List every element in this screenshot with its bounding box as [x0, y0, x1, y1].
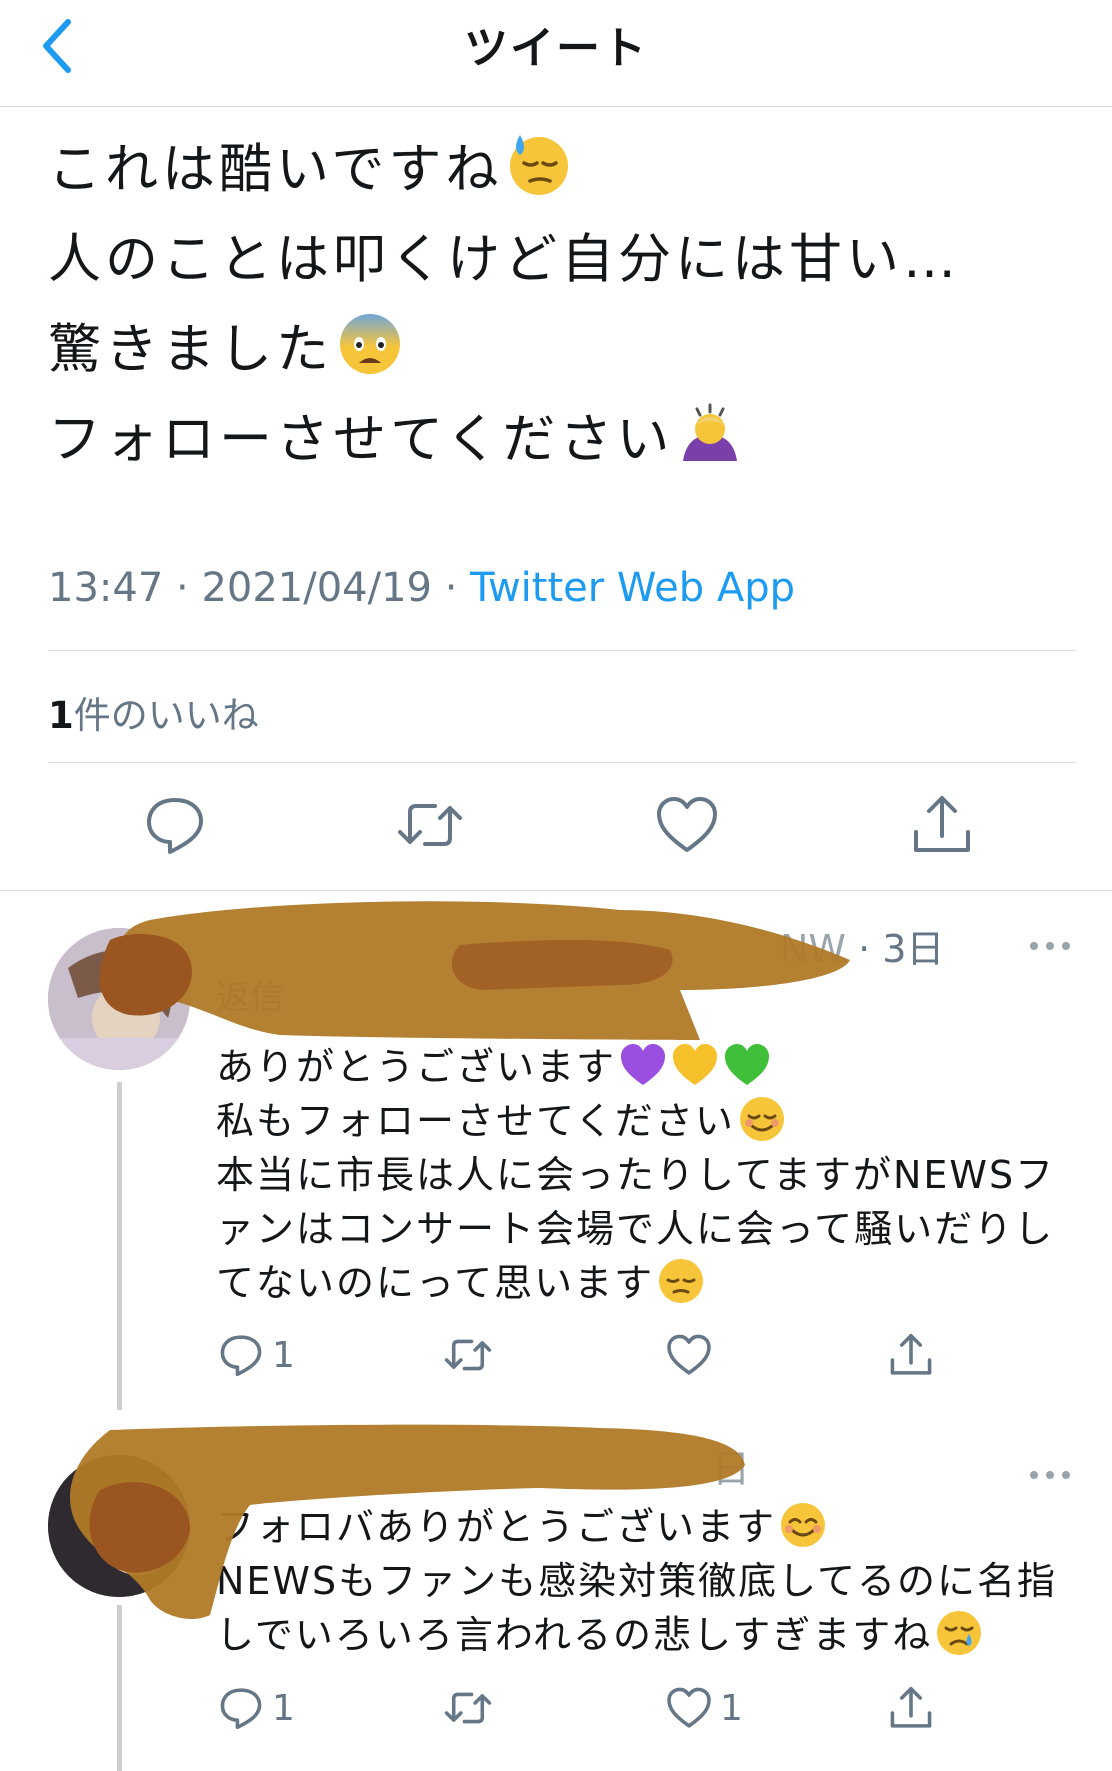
reply-line-text: ありがとうございます: [216, 1045, 617, 1089]
tweet-source-link[interactable]: Twitter Web App: [470, 565, 795, 611]
reply-time: 3日: [882, 927, 945, 971]
reply-header: NW · 3日: [780, 918, 944, 973]
reply-line: てないのにって思います: [216, 1256, 1066, 1310]
retweet-button[interactable]: [440, 1330, 502, 1386]
tweet-line-1-text: これは酷いですね: [48, 139, 503, 200]
share-button[interactable]: [886, 1330, 936, 1386]
tweet-line-4: フォローさせてください: [48, 395, 1068, 485]
like-button[interactable]: 1: [664, 1683, 743, 1739]
reply-tweet[interactable]: 日 フォロバありがとうございます NEWSもファンも感染対策徹底してるのに名指 …: [0, 1390, 1112, 1771]
tweet-time: 13:47: [48, 565, 164, 611]
reply-count: 1: [272, 1687, 295, 1729]
tweet-meta: 13:47 · 2021/04/19 · Twitter Web App: [48, 565, 795, 611]
reply-text: ありがとうございます 私もフォローさせてください 本当に市長は人に会ったりしてま…: [216, 1040, 1066, 1310]
reply-line: 本当に市長は人に会ったりしてますがNEWSフ: [216, 1153, 1056, 1197]
likes-count: 1: [48, 694, 74, 737]
downcast-sweat-emoji-icon: [510, 135, 569, 195]
top-navigation-bar: ツイート: [0, 0, 1112, 107]
meta-separator: ·: [431, 565, 471, 611]
more-dots-icon: [1030, 1471, 1070, 1479]
more-dots-icon: [1030, 942, 1070, 950]
reply-line: しでいろいろ言われるの悲しすぎますね: [216, 1608, 1066, 1662]
purple-heart-emoji-icon: [621, 1044, 666, 1085]
heart-icon: [667, 1687, 711, 1728]
reply-line-text: しでいろいろ言われるの悲しすぎますね: [216, 1613, 933, 1657]
reply-icon: [220, 1335, 262, 1377]
more-options-button[interactable]: [1026, 1465, 1074, 1485]
reply-button[interactable]: 1: [216, 1330, 295, 1386]
likes-label: 件のいいね: [73, 694, 259, 737]
reply-line: ァンはコンサート会場で人に会って騒いだりし: [216, 1207, 1055, 1251]
reply-icon: [220, 1688, 262, 1730]
tweet-date: 2021/04/19: [201, 565, 432, 611]
more-options-button[interactable]: [1026, 936, 1074, 956]
fearful-face-emoji-icon: [340, 314, 400, 374]
tweet-line-3-text: 驚きました: [48, 319, 333, 380]
tweet-line-3: 驚きました: [48, 305, 1068, 395]
green-heart-emoji-icon: [725, 1044, 770, 1085]
avatar-image: [48, 1455, 190, 1597]
tweet-text: アカウントがわかりませんが。 これは酷いですね 人のことは叩くけど自分には甘い……: [48, 49, 1068, 485]
thread-line: [117, 1390, 122, 1410]
meta-separator: ·: [163, 565, 202, 611]
reply-handle-fragment: 日: [712, 1447, 751, 1491]
reply-line: フォロバありがとうございます: [216, 1500, 1066, 1554]
like-button[interactable]: [664, 1330, 720, 1386]
like-count: 1: [720, 1687, 743, 1729]
retweet-icon: [398, 804, 462, 846]
divider: [48, 762, 1076, 763]
retweet-icon: [444, 1339, 492, 1371]
smiling-face-emoji-icon: [781, 1503, 826, 1547]
avatar[interactable]: [48, 1455, 190, 1597]
tweet-line-2: 人のことは叩くけど自分には甘い…: [48, 229, 960, 290]
page-title: ツイート: [464, 23, 648, 74]
share-icon: [914, 796, 970, 852]
likes-count-link[interactable]: 1件のいいね: [48, 685, 259, 739]
reply-time-separator: ·: [846, 927, 883, 971]
reply-line-text: 私もフォローさせてください: [216, 1099, 735, 1143]
reply-to-label: 返信: [216, 978, 284, 1018]
reply-handle[interactable]: NW: [780, 927, 846, 971]
reply-line-text: フォロバありがとうございます: [216, 1505, 777, 1549]
pensive-face-emoji-icon: [659, 1259, 704, 1303]
person-bowing-emoji-icon: [683, 403, 738, 461]
reply-count: 1: [272, 1334, 295, 1376]
like-button[interactable]: [652, 790, 722, 860]
yellow-heart-emoji-icon: [673, 1044, 718, 1085]
reply-line: ありがとうございます: [216, 1040, 1066, 1094]
reply-action-bar: 1: [0, 1330, 1112, 1390]
reply-button[interactable]: 1: [216, 1683, 295, 1739]
reply-action-bar: 1 1: [0, 1683, 1112, 1743]
retweet-button[interactable]: [395, 790, 465, 860]
share-button[interactable]: [886, 1683, 936, 1739]
divider: [48, 650, 1076, 651]
reply-text: フォロバありがとうございます NEWSもファンも感染対策徹底してるのに名指 しで…: [216, 1500, 1066, 1662]
reply-line: 私もフォローさせてください: [216, 1094, 1066, 1148]
relieved-face-emoji-icon: [739, 1097, 784, 1141]
reply-line: NEWSもファンも感染対策徹底してるのに名指: [216, 1559, 1057, 1603]
avatar-image: [48, 928, 190, 1070]
crying-face-emoji-icon: [937, 1611, 982, 1655]
tweet-line-1: これは酷いですね: [48, 125, 1068, 215]
retweet-button[interactable]: [440, 1683, 502, 1739]
share-icon: [890, 1686, 932, 1728]
reply-line-text: てないのにって思います: [216, 1261, 655, 1305]
tweet-action-bar: [0, 790, 1112, 860]
retweet-icon: [444, 1692, 492, 1724]
share-icon: [890, 1333, 932, 1375]
avatar[interactable]: [48, 928, 190, 1070]
reply-icon: [147, 798, 203, 854]
reply-button[interactable]: [140, 790, 210, 860]
heart-icon: [667, 1334, 711, 1375]
share-button[interactable]: [907, 790, 977, 860]
reply-tweet[interactable]: NW · 3日 返信 ありがとうございます 私もフォローさせてください 本当に市…: [0, 890, 1112, 1392]
heart-icon: [657, 797, 717, 852]
tweet-line-4-text: フォローさせてください: [48, 409, 674, 470]
